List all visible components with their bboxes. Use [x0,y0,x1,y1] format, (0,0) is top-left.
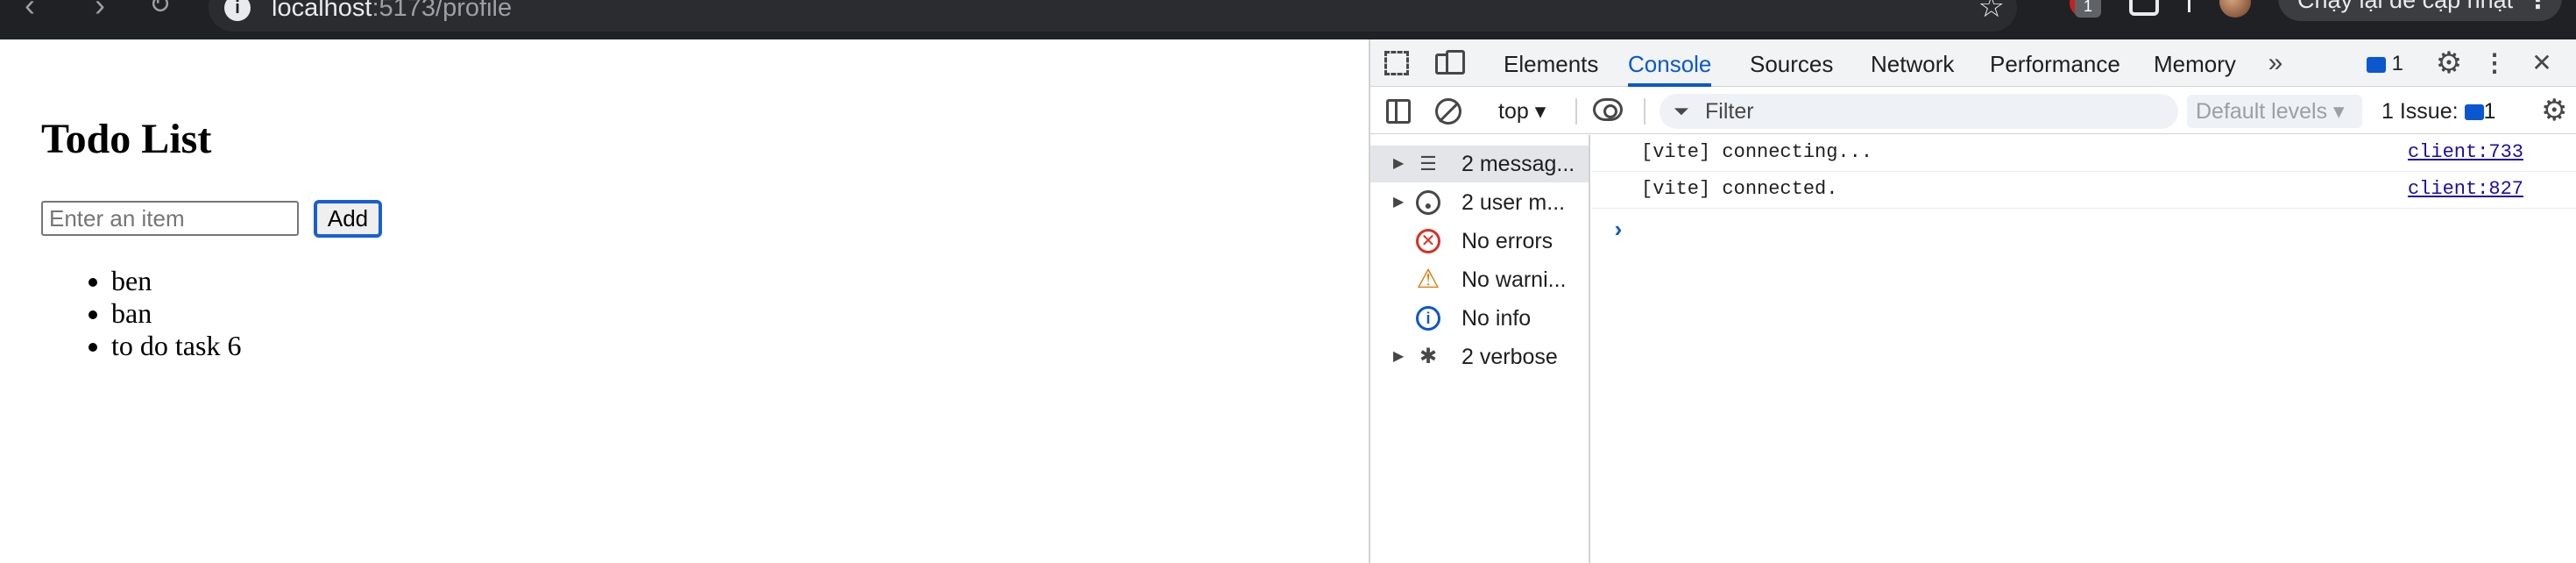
todo-item: to do task 6 [111,330,241,362]
toolbar-divider [1644,98,1645,125]
error-icon: ✕ [1416,229,1440,253]
add-button[interactable]: Add [314,200,382,238]
tab-memory[interactable]: Memory [2154,39,2236,87]
expand-triangle-icon[interactable]: ▶ [1393,146,1404,182]
page-title: Todo List [41,116,212,162]
issue-icon [2464,104,2484,121]
sidebar-toggle-icon[interactable] [1386,99,1411,124]
sidebar-item-info[interactable]: i No info [1370,300,1589,337]
list-icon: ☰ [1419,153,1437,175]
console-toolbar: top ▾ ⏷ Default levels ▾ 1 Issue: 1 ⚙ [1370,88,2576,134]
kebab-menu-icon[interactable]: ⋮ [2480,48,2509,78]
sidebar-item-user-messages[interactable]: ▶ ● 2 user m... [1370,184,1589,221]
device-toolbar-icon[interactable] [1433,48,1465,78]
log-levels-dropdown[interactable]: Default levels ▾ [2187,95,2362,128]
clear-console-icon[interactable] [1435,98,1461,125]
toolbar-divider [2188,0,2190,12]
inspect-element-icon[interactable] [1384,51,1409,75]
sidebar-item-verbose[interactable]: ▶ ✱ 2 verbose [1370,339,1589,375]
sidebar-item-errors[interactable]: ✕ No errors [1370,223,1589,260]
sidebar-item-warnings[interactable]: ⚠ No warni... [1370,261,1589,298]
console-log-line: [vite] connecting... client:733 [1592,135,2576,172]
browser-toolbar: ‹ › ↻ i localhost:5173/profile ☆ 1 Chạy … [0,0,2576,39]
tab-sources[interactable]: Sources [1750,39,1833,87]
devtools-tabbar: Elements Console Sources Network Perform… [1370,39,2576,87]
console-filter[interactable]: ⏷ [1660,94,2178,129]
message-icon [2367,56,2386,73]
expand-triangle-icon[interactable]: ▶ [1393,339,1404,375]
todo-input[interactable] [41,201,299,236]
site-info-icon[interactable]: i [224,0,251,21]
page-viewport: Todo List Add ben ban to do task 6 [0,39,1369,563]
url-text[interactable]: localhost:5173/profile [272,0,512,23]
close-devtools-icon[interactable]: ✕ [2527,48,2557,78]
info-icon: i [1416,306,1440,331]
sidebar-item-messages[interactable]: ▶ ☰ 2 messag... [1370,146,1589,182]
filter-funnel-icon: ⏷ [1674,100,1689,122]
toolbar-divider [1575,98,1577,125]
console-log-line: [vite] connected. client:827 [1592,172,2576,209]
issues-counter[interactable]: 1 Issue: 1 [2381,95,2495,128]
extension-badge: 1 [2075,0,2101,18]
todo-item: ben [111,265,241,297]
settings-gear-icon[interactable]: ⚙ [2434,48,2464,78]
source-link[interactable]: client:827 [2408,172,2523,207]
live-expression-eye-icon[interactable] [1593,98,1623,121]
back-icon[interactable]: ‹ [25,0,35,23]
filter-input[interactable] [1705,97,2161,125]
console-output: [vite] connecting... client:733 [vite] c… [1592,135,2576,563]
message-count-badge[interactable]: 1 [2367,39,2403,87]
menu-kebab-icon[interactable]: ⋮ [2526,0,2550,25]
tab-network[interactable]: Network [1871,39,1954,87]
forward-icon[interactable]: › [95,0,105,23]
more-tabs-icon[interactable]: » [2261,48,2290,78]
update-button[interactable]: Chạy lại để cập nhật ⋮ [2278,0,2562,21]
tab-elements[interactable]: Elements [1504,39,1598,87]
profile-avatar[interactable] [2219,0,2251,18]
console-prompt-chevron-icon[interactable]: › [1611,217,1625,244]
bookmark-star-icon[interactable]: ☆ [1978,0,2005,25]
todo-list: ben ban to do task 6 [111,265,241,362]
expand-triangle-icon[interactable]: ▶ [1393,184,1404,221]
warning-icon: ⚠ [1416,265,1440,294]
console-settings-gear-icon[interactable]: ⚙ [2541,93,2567,128]
tab-console[interactable]: Console [1628,39,1712,87]
tab-performance[interactable]: Performance [1990,39,2120,87]
bug-icon: ✱ [1419,345,1438,368]
source-link[interactable]: client:733 [2408,135,2523,170]
user-icon: ● [1416,190,1440,215]
context-selector[interactable]: top ▾ [1498,95,1546,128]
share-icon[interactable] [2129,0,2159,16]
devtools-panel: Elements Console Sources Network Perform… [1369,39,2576,563]
reload-icon[interactable]: ↻ [149,0,171,23]
todo-item: ban [111,297,241,330]
console-sidebar: ▶ ☰ 2 messag... ▶ ● 2 user m... ✕ No err… [1370,135,1590,563]
address-bar[interactable]: i localhost:5173/profile ☆ [209,0,2017,32]
